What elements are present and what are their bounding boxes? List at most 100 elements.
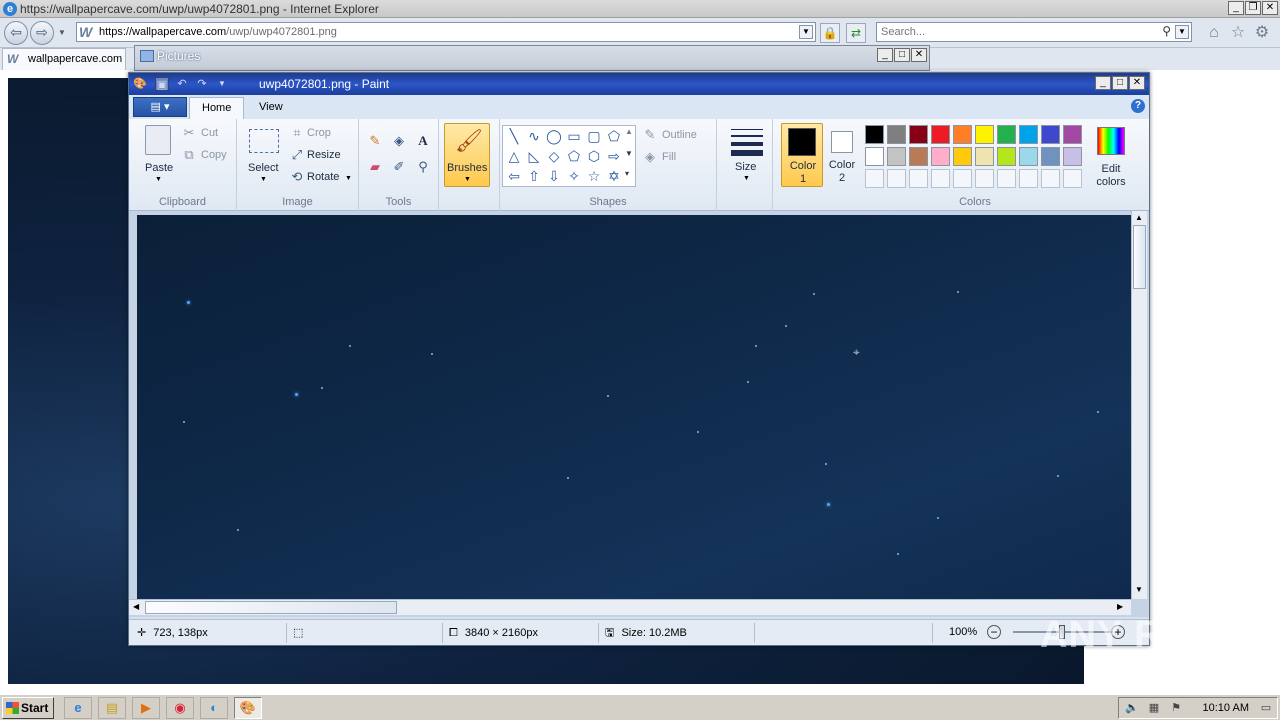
edit-colors-button[interactable]: Edit colors (1089, 123, 1133, 188)
pictures-minimize-button[interactable]: _ (877, 48, 893, 62)
search-box[interactable]: ⚲ ▼ (876, 22, 1192, 42)
paint-close-button[interactable]: ✕ (1129, 76, 1145, 90)
six-point-star-shape-icon[interactable]: ✡ (605, 167, 623, 185)
polygon-shape-icon[interactable]: ⬠ (605, 127, 623, 145)
brushes-button[interactable]: 🖌 Brushes ▼ (444, 123, 490, 187)
paint-minimize-button[interactable]: _ (1095, 76, 1111, 90)
vertical-scrollbar[interactable]: ▲ ▼ (1131, 211, 1147, 599)
hexagon-shape-icon[interactable]: ⬡ (585, 147, 603, 165)
search-input[interactable] (877, 23, 1157, 41)
palette-color-swatch[interactable] (865, 147, 884, 166)
fill-bucket-icon[interactable]: ◈ (389, 131, 409, 151)
copy-icon[interactable]: ⧉ (181, 147, 197, 163)
shapes-more-icon[interactable]: ▾ (625, 169, 629, 178)
history-dropdown-icon[interactable]: ▼ (58, 28, 66, 37)
down-arrow-shape-icon[interactable]: ⇩ (545, 167, 563, 185)
palette-color-swatch[interactable] (975, 147, 994, 166)
custom-color-slot[interactable] (975, 169, 994, 188)
show-desktop-icon[interactable]: ▭ (1259, 701, 1273, 715)
eraser-icon[interactable]: ▰ (365, 157, 385, 177)
address-dropdown-icon[interactable]: ▼ (799, 25, 813, 39)
horizontal-scrollbar[interactable]: ◀ ▶ (129, 599, 1131, 615)
search-icon[interactable]: ⚲ (1162, 24, 1171, 38)
scroll-right-icon[interactable]: ▶ (1117, 602, 1123, 611)
pictures-close-button[interactable]: ✕ (911, 48, 927, 62)
palette-color-swatch[interactable] (1041, 147, 1060, 166)
crop-icon[interactable]: ⌗ (289, 125, 305, 141)
custom-color-slot[interactable] (1019, 169, 1038, 188)
right-arrow-shape-icon[interactable]: ⇨ (605, 147, 623, 165)
outline-button[interactable]: Outline (662, 129, 697, 141)
search-dropdown-icon[interactable]: ▼ (1175, 25, 1189, 39)
shapes-scroll-down-icon[interactable]: ▼ (625, 149, 633, 158)
taskbar-paint-icon[interactable]: 🎨 (234, 697, 262, 719)
palette-color-swatch[interactable] (931, 147, 950, 166)
resize-icon[interactable]: ⤢ (289, 147, 305, 163)
paint-canvas[interactable]: ⌖ (137, 215, 1131, 599)
palette-color-swatch[interactable] (887, 147, 906, 166)
palette-color-swatch[interactable] (1041, 125, 1060, 144)
paste-dropdown-icon[interactable]: ▼ (155, 176, 162, 183)
custom-color-slot[interactable] (865, 169, 884, 188)
copy-button[interactable]: Copy (201, 149, 227, 161)
crop-button[interactable]: Crop (307, 127, 331, 139)
size-dropdown-icon[interactable]: ▼ (743, 175, 750, 182)
pencil-icon[interactable]: ✎ (365, 131, 385, 151)
home-icon[interactable]: ⌂ (1204, 23, 1224, 43)
redo-icon[interactable]: ↷ (195, 77, 209, 91)
rectangle-shape-icon[interactable]: ▭ (565, 127, 583, 145)
address-bar[interactable]: W https://wallpapercave.com/uwp/uwp40728… (76, 22, 816, 42)
palette-color-swatch[interactable] (997, 125, 1016, 144)
palette-color-swatch[interactable] (931, 125, 950, 144)
browser-close-button[interactable]: ✕ (1262, 1, 1278, 15)
palette-color-swatch[interactable] (953, 147, 972, 166)
vertical-scroll-thumb[interactable] (1133, 225, 1146, 289)
custom-color-slot[interactable] (953, 169, 972, 188)
pictures-window[interactable]: Pictures _ □ ✕ (134, 45, 930, 71)
custom-color-slot[interactable] (1063, 169, 1082, 188)
back-button[interactable]: ⇦ (4, 21, 28, 45)
paint-maximize-button[interactable]: □ (1112, 76, 1128, 90)
diamond-shape-icon[interactable]: ◇ (545, 147, 563, 165)
palette-color-swatch[interactable] (865, 125, 884, 144)
custom-color-slot[interactable] (931, 169, 950, 188)
paste-button[interactable]: Paste (145, 162, 173, 174)
color-picker-icon[interactable]: ✐ (389, 157, 409, 177)
palette-color-swatch[interactable] (953, 125, 972, 144)
lock-icon[interactable]: 🔒 (820, 23, 840, 43)
palette-color-swatch[interactable] (1019, 147, 1038, 166)
outline-icon[interactable]: ✎ (642, 127, 658, 143)
select-icon[interactable] (249, 129, 279, 153)
palette-color-swatch[interactable] (1063, 125, 1082, 144)
custom-color-slot[interactable] (887, 169, 906, 188)
cut-button[interactable]: Cut (201, 127, 218, 139)
volume-icon[interactable]: 🔈 (1125, 701, 1139, 715)
size-lines-icon[interactable] (731, 127, 763, 156)
undo-icon[interactable]: ↶ (175, 77, 189, 91)
clock[interactable]: 10:10 AM (1203, 702, 1249, 714)
triangle-shape-icon[interactable]: △ (505, 147, 523, 165)
size-button[interactable]: Size (735, 161, 756, 173)
palette-color-swatch[interactable] (997, 147, 1016, 166)
color2-selector[interactable]: Color 2 (825, 123, 859, 187)
fill-button[interactable]: Fill (662, 151, 676, 163)
paste-icon[interactable] (145, 125, 171, 155)
rotate-dropdown-icon[interactable]: ▼ (345, 175, 352, 182)
pentagon-shape-icon[interactable]: ⬠ (565, 147, 583, 165)
quick-access-dropdown-icon[interactable]: ▼ (215, 77, 229, 91)
paint-file-menu-button[interactable]: ▤ ▾ (133, 97, 187, 117)
browser-minimize-button[interactable]: _ (1228, 1, 1244, 15)
rotate-button[interactable]: Rotate (307, 171, 339, 183)
fill-icon[interactable]: ◈ (642, 149, 658, 165)
zoom-out-button[interactable]: − (987, 625, 1001, 639)
pictures-maximize-button[interactable]: □ (894, 48, 910, 62)
shapes-scroll-up-icon[interactable]: ▲ (625, 127, 633, 136)
scroll-left-icon[interactable]: ◀ (133, 602, 139, 611)
palette-color-swatch[interactable] (909, 147, 928, 166)
palette-color-swatch[interactable] (909, 125, 928, 144)
browser-tab[interactable]: W wallpapercave.com (2, 48, 126, 70)
custom-color-slot[interactable] (997, 169, 1016, 188)
tab-home[interactable]: Home (189, 97, 245, 119)
network-icon[interactable]: ▦ (1147, 701, 1161, 715)
select-button[interactable]: Select (248, 162, 279, 174)
